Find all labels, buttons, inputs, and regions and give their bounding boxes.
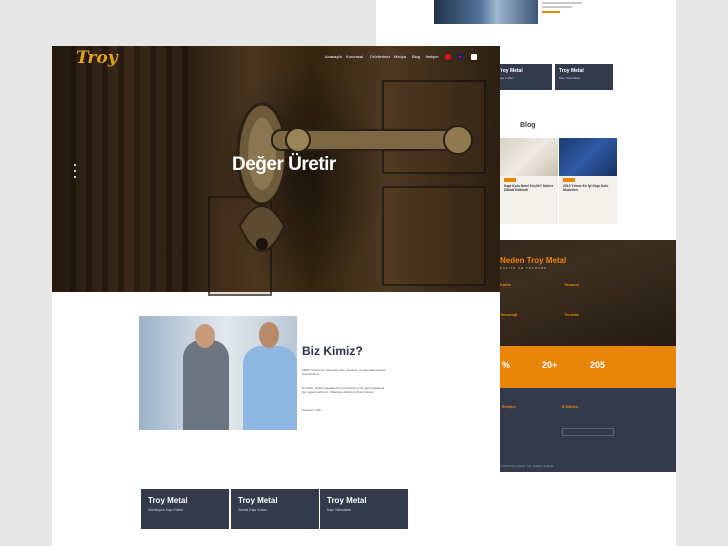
product-card-2[interactable]: Troy Metal Zamak Kapı Kolları: [231, 489, 319, 529]
back-card-subtitle: Kapı Kolları: [498, 76, 514, 80]
why-subtitle: KALİTE VE TECRÜBE: [500, 266, 548, 270]
feature-title: Teknoloji: [500, 312, 518, 317]
blog-section-title: Blog: [520, 122, 536, 129]
card-subtitle: Kapı Tokmakları: [327, 508, 352, 512]
blog-date-badge: [504, 178, 516, 182]
slider-dot[interactable]: [74, 170, 76, 172]
blog-image-handles: [500, 138, 558, 176]
blog-headline: Kapı Kolu Nasıl Seçilir? Nelere Dikkat E…: [504, 184, 554, 192]
footer-title: İletişim: [502, 404, 516, 409]
why-title: Neden Troy Metal: [500, 256, 567, 265]
nav-item-home[interactable]: Anasayfa: [325, 54, 342, 59]
back-card-2[interactable]: Troy Metal Kapı Tokmakları: [555, 64, 613, 90]
back-card-1[interactable]: Troy Metal Kapı Kolları: [494, 64, 552, 90]
stat-value: 20+: [542, 360, 558, 370]
front-page-mockup: Troy Anasayfa Kurumsal Ürünlerimiz Medya…: [52, 46, 500, 546]
door-handle-image: [236, 102, 473, 252]
blog-image-door: [559, 138, 617, 176]
turkish-flag-icon[interactable]: [445, 54, 451, 60]
about-paragraph: El sıkılık, üretim kapasitemiz ve tecrüb…: [302, 386, 385, 394]
footer-title: E-Bülten: [562, 404, 579, 409]
nav-item-media[interactable]: Medya: [394, 54, 406, 59]
blog-card-1[interactable]: Kapı Kolu Nasıl Seçilir? Nelere Dikkat E…: [500, 138, 558, 224]
back-card-subtitle: Kapı Tokmakları: [559, 76, 581, 80]
feature-title: Kalite: [500, 282, 511, 287]
hero-title: Değer Üretir: [232, 154, 336, 175]
card-subtitle: Alüminyum Kapı Kolları: [148, 508, 184, 512]
blog-headline: 2019 Yılının En İyi Kapı Kolu Modelleri: [563, 184, 609, 192]
blog-card-2[interactable]: 2019 Yılının En İyi Kapı Kolu Modelleri: [559, 138, 617, 224]
card-title: Troy Metal: [238, 496, 278, 505]
about-paragraph: 1998 Yılından bu yana kapı kolu, donanım…: [302, 368, 386, 376]
feature-title: Tecrübe: [564, 312, 580, 317]
card-title: Troy Metal: [327, 496, 367, 505]
nav-item-products[interactable]: Ürünlerimiz: [370, 54, 390, 59]
nav-item-corporate[interactable]: Kurumsal: [346, 54, 363, 59]
uk-flag-icon[interactable]: [457, 54, 463, 60]
about-handshake-photo: [139, 316, 297, 430]
product-card-1[interactable]: Troy Metal Alüminyum Kapı Kolları: [141, 489, 229, 529]
stat-value: 205: [590, 360, 606, 370]
back-photo-caption: [542, 1, 602, 15]
slider-dot[interactable]: [74, 176, 76, 178]
stat-value: %: [502, 360, 511, 370]
site-logo[interactable]: Troy: [76, 48, 118, 68]
back-card-title: Troy Metal: [498, 68, 523, 74]
newsletter-input[interactable]: [562, 428, 614, 436]
back-card-title: Troy Metal: [559, 68, 584, 74]
nav-item-contact[interactable]: İletişim: [426, 54, 438, 59]
card-subtitle: Zamak Kapı Kolları: [238, 508, 267, 512]
blog-date-badge: [563, 178, 575, 182]
slider-dot[interactable]: [74, 164, 76, 166]
feature-title: Tasarım: [564, 282, 580, 287]
read-more-link[interactable]: Devamını Oku: [302, 408, 390, 412]
card-title: Troy Metal: [148, 496, 188, 505]
back-team-photo: [434, 0, 538, 24]
nav-item-blog[interactable]: Blog: [412, 54, 420, 59]
copyright: © 2019 Troy Metal. Tüm Hakları Saklıdır.: [500, 464, 555, 468]
product-card-3[interactable]: Troy Metal Kapı Tokmakları: [320, 489, 408, 529]
about-title: Biz Kimiz?: [302, 344, 363, 358]
hero-banner: Troy Anasayfa Kurumsal Ürünlerimiz Medya…: [52, 46, 500, 296]
search-icon[interactable]: [471, 54, 477, 60]
